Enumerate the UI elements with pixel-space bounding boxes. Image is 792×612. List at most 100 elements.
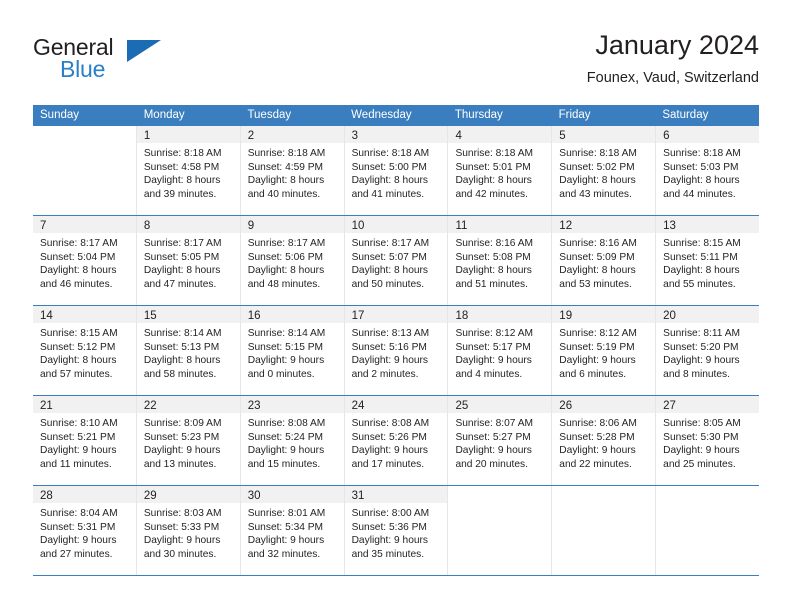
- day-number-band: 30: [240, 486, 344, 503]
- day-detail-line: Sunset: 5:01 PM: [455, 161, 531, 173]
- day-detail-line: Daylight: 8 hours: [143, 175, 221, 187]
- calendar-day-cell[interactable]: 17 Sunrise: 8:13 AM Sunset: 5:16 PM Dayligh…: [344, 306, 449, 395]
- day-number: 12: [559, 220, 573, 232]
- day-detail-line: and 15 minutes.: [247, 458, 321, 470]
- day-number-band: [656, 486, 760, 503]
- day-detail-line: and 0 minutes.: [247, 368, 315, 380]
- day-number-band: 26: [552, 396, 656, 413]
- calendar-day-cell[interactable]: 1 Sunrise: 8:18 AM Sunset: 4:58 PM Daylight…: [136, 126, 241, 215]
- calendar-day-cell[interactable]: 27 Sunrise: 8:05 AM Sunset: 5:30 PM Dayligh…: [656, 396, 760, 485]
- day-number: 8: [143, 220, 151, 232]
- day-detail-body: Sunrise: 8:12 AM Sunset: 5:19 PM Daylight:…: [552, 323, 655, 395]
- day-detail-line: and 20 minutes.: [455, 458, 528, 470]
- weekday-header-row: Sunday Monday Tuesday Wednesday Thursday Frid…: [33, 105, 759, 125]
- calendar-day-cell[interactable]: 28 Sunrise: 8:04 AM Sunset: 5:31 PM Dayligh…: [33, 486, 137, 575]
- day-detail-line: Sunrise: 8:16 AM: [559, 238, 637, 249]
- calendar-day-cell[interactable]: 11 Sunrise: 8:16 AM Sunset: 5:08 PM Dayligh…: [448, 216, 553, 305]
- calendar-day-cell[interactable]: 15 Sunrise: 8:14 AM Sunset: 5:13 PM Dayligh…: [136, 306, 241, 395]
- day-detail-line: Sunset: 5:02 PM: [559, 161, 635, 173]
- day-detail-body: Sunrise: 8:14 AM Sunset: 5:15 PM Daylight:…: [241, 323, 344, 395]
- calendar-day-cell[interactable]: 25 Sunrise: 8:07 AM Sunset: 5:27 PM Dayligh…: [448, 396, 553, 485]
- day-number-band: 13: [656, 216, 760, 233]
- calendar-day-cell-empty: [552, 486, 657, 575]
- weekday-header-friday: Friday: [558, 109, 591, 121]
- day-detail-line: Daylight: 9 hours: [247, 445, 325, 457]
- day-detail-body: Sunrise: 8:09 AM Sunset: 5:23 PM Daylight:…: [137, 413, 240, 485]
- calendar-day-cell[interactable]: 31 Sunrise: 8:00 AM Sunset: 5:36 PM Dayligh…: [344, 486, 449, 575]
- day-detail-body: Sunrise: 8:07 AM Sunset: 5:27 PM Daylight:…: [448, 413, 551, 485]
- day-number: 19: [559, 310, 573, 322]
- calendar-day-cell[interactable]: 19 Sunrise: 8:12 AM Sunset: 5:19 PM Dayligh…: [552, 306, 657, 395]
- calendar-day-cell[interactable]: 12 Sunrise: 8:16 AM Sunset: 5:09 PM Dayligh…: [552, 216, 657, 305]
- day-detail-line: and 32 minutes.: [247, 548, 321, 560]
- calendar-day-cell[interactable]: 9 Sunrise: 8:17 AM Sunset: 5:06 PM Daylight…: [240, 216, 345, 305]
- day-number-band: 3: [344, 126, 448, 143]
- day-number-band: 7: [33, 216, 136, 233]
- day-detail-line: Sunset: 5:31 PM: [40, 521, 116, 533]
- day-number-band: 9: [240, 216, 344, 233]
- day-detail-line: Sunset: 5:26 PM: [351, 431, 427, 443]
- day-detail-line: and 51 minutes.: [455, 278, 528, 290]
- day-detail-line: and 44 minutes.: [663, 188, 736, 200]
- day-detail-line: Sunset: 5:07 PM: [351, 251, 427, 263]
- calendar-day-cell[interactable]: 5 Sunrise: 8:18 AM Sunset: 5:02 PM Daylight…: [552, 126, 657, 215]
- day-detail-line: Daylight: 9 hours: [559, 355, 636, 367]
- calendar-day-cell[interactable]: 22 Sunrise: 8:09 AM Sunset: 5:23 PM Dayligh…: [136, 396, 241, 485]
- calendar-day-cell[interactable]: 29 Sunrise: 8:03 AM Sunset: 5:33 PM Dayligh…: [136, 486, 241, 575]
- day-detail-line: Sunset: 5:30 PM: [663, 431, 739, 443]
- day-detail-body: Sunrise: 8:18 AM Sunset: 4:59 PM Daylight:…: [241, 143, 344, 215]
- day-detail-body: Sunrise: 8:18 AM Sunset: 5:01 PM Daylight:…: [448, 143, 551, 215]
- day-detail-line: Daylight: 9 hours: [40, 445, 117, 457]
- day-detail-line: and 58 minutes.: [143, 368, 217, 380]
- calendar-day-cell[interactable]: 2 Sunrise: 8:18 AM Sunset: 4:59 PM Daylight…: [240, 126, 345, 215]
- day-detail-line: Sunrise: 8:18 AM: [455, 148, 534, 159]
- day-detail-line: Sunrise: 8:18 AM: [559, 148, 637, 159]
- day-detail-line: and 30 minutes.: [143, 548, 217, 560]
- page-title: January 2024: [595, 30, 759, 60]
- calendar-day-cell[interactable]: 23 Sunrise: 8:08 AM Sunset: 5:24 PM Dayligh…: [240, 396, 345, 485]
- calendar-day-cell[interactable]: 30 Sunrise: 8:01 AM Sunset: 5:34 PM Dayligh…: [240, 486, 345, 575]
- day-detail-line: Sunset: 5:34 PM: [247, 521, 324, 533]
- day-detail-line: Daylight: 9 hours: [559, 445, 636, 457]
- day-detail-line: Sunrise: 8:06 AM: [559, 418, 637, 429]
- day-detail-line: Sunset: 5:33 PM: [143, 521, 220, 533]
- weekday-header-tuesday: Tuesday: [247, 109, 292, 121]
- calendar-day-cell[interactable]: 4 Sunrise: 8:18 AM Sunset: 5:01 PM Daylight…: [448, 126, 553, 215]
- day-number: 20: [663, 310, 676, 322]
- day-detail-line: Sunrise: 8:17 AM: [40, 238, 118, 249]
- day-number-band: 23: [240, 396, 344, 413]
- day-detail-line: Daylight: 9 hours: [455, 355, 532, 367]
- day-detail-line: Sunset: 5:13 PM: [143, 341, 220, 353]
- day-detail-body: Sunrise: 8:05 AM Sunset: 5:30 PM Daylight:…: [656, 413, 759, 485]
- weekday-header-saturday: Saturday: [662, 109, 709, 121]
- title-block: January 2024 Founex, Vaud, Switzerland: [587, 28, 759, 87]
- day-detail-line: Sunrise: 8:12 AM: [559, 328, 637, 339]
- day-detail-line: Daylight: 8 hours: [663, 175, 740, 187]
- calendar-day-cell[interactable]: 13 Sunrise: 8:15 AM Sunset: 5:11 PM Dayligh…: [656, 216, 760, 305]
- day-number: 25: [455, 400, 469, 412]
- day-detail-line: Sunset: 5:05 PM: [143, 251, 220, 263]
- day-detail-line: Daylight: 9 hours: [143, 535, 221, 547]
- calendar-day-cell[interactable]: 18 Sunrise: 8:12 AM Sunset: 5:17 PM Dayligh…: [448, 306, 553, 395]
- page-subtitle: Founex, Vaud, Switzerland: [586, 70, 759, 86]
- brand-triangle-icon: [127, 40, 161, 62]
- calendar-day-cell[interactable]: 6 Sunrise: 8:18 AM Sunset: 5:03 PM Daylight…: [656, 126, 760, 215]
- day-detail-line: Sunrise: 8:13 AM: [351, 328, 430, 339]
- calendar-day-cell[interactable]: 8 Sunrise: 8:17 AM Sunset: 5:05 PM Daylight…: [136, 216, 241, 305]
- calendar-day-cell[interactable]: 16 Sunrise: 8:14 AM Sunset: 5:15 PM Dayligh…: [240, 306, 345, 395]
- day-number: 26: [559, 400, 573, 412]
- day-number: 16: [247, 310, 261, 322]
- calendar-day-cell[interactable]: 20 Sunrise: 8:11 AM Sunset: 5:20 PM Dayligh…: [656, 306, 760, 395]
- calendar-day-cell[interactable]: 26 Sunrise: 8:06 AM Sunset: 5:28 PM Dayligh…: [552, 396, 657, 485]
- calendar-day-cell[interactable]: 10 Sunrise: 8:17 AM Sunset: 5:07 PM Dayligh…: [344, 216, 449, 305]
- day-number: 13: [663, 220, 676, 232]
- day-detail-line: Sunset: 5:03 PM: [663, 161, 739, 173]
- day-number-band: 16: [240, 306, 344, 323]
- calendar-day-cell[interactable]: 24 Sunrise: 8:08 AM Sunset: 5:26 PM Dayligh…: [344, 396, 449, 485]
- calendar-day-cell[interactable]: 14 Sunrise: 8:15 AM Sunset: 5:12 PM Dayligh…: [33, 306, 137, 395]
- brand-logo[interactable]: General Blue: [33, 34, 203, 90]
- calendar-day-cell[interactable]: 3 Sunrise: 8:18 AM Sunset: 5:00 PM Daylight…: [344, 126, 449, 215]
- day-detail-line: Sunset: 5:04 PM: [40, 251, 116, 263]
- calendar-day-cell[interactable]: 21 Sunrise: 8:10 AM Sunset: 5:21 PM Dayligh…: [33, 396, 137, 485]
- calendar-day-cell[interactable]: 7 Sunrise: 8:17 AM Sunset: 5:04 PM Daylight…: [33, 216, 137, 305]
